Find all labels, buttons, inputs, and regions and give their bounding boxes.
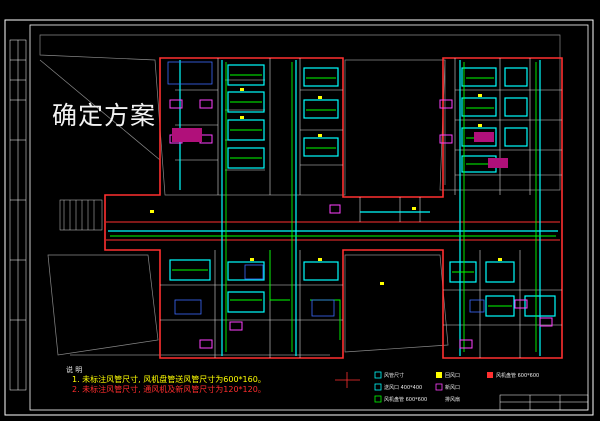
hvac-floor-plan	[4, 19, 594, 416]
legend-item-3: 回风口	[445, 373, 461, 379]
title-strip	[9, 39, 27, 391]
fan-coil-units	[169, 99, 553, 349]
room-partitions	[160, 58, 562, 358]
legend-item-1: 风管尺寸	[384, 373, 405, 379]
supply-ducts	[108, 60, 558, 356]
title-block	[499, 394, 589, 411]
note-2: 2. 未标注风管尺寸, 通风机及新风管尺寸为120*120。	[72, 385, 266, 394]
section-marker	[335, 372, 360, 388]
legend-item-5: 风机盘管 600*600	[384, 397, 428, 403]
legend-item-6: 排风扇	[445, 397, 461, 403]
legend-item-7: 风机盘管 600*600	[496, 373, 540, 379]
water-pipes	[110, 62, 556, 352]
stair-block	[59, 199, 103, 231]
exterior-walls	[104, 57, 563, 359]
scheme-stamp: 确定方案	[52, 101, 157, 130]
inner-frame	[29, 24, 589, 411]
legend-item-4: 新风口	[445, 385, 461, 391]
legend-item-2: 送风口 400*400	[384, 385, 423, 391]
